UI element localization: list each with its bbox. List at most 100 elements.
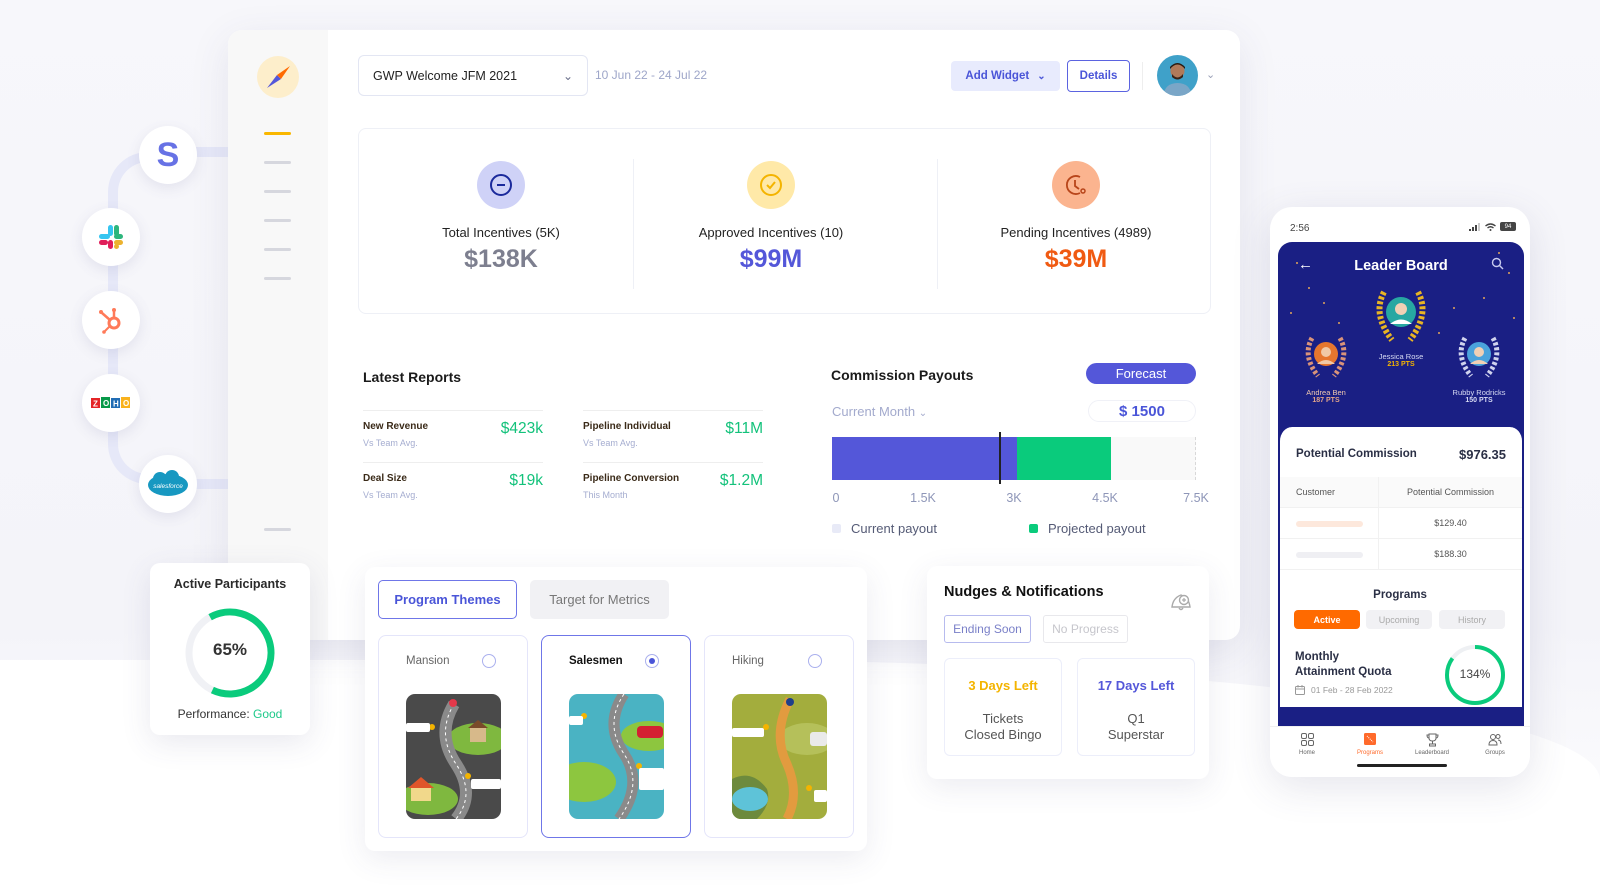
user-avatar[interactable] — [1157, 55, 1198, 96]
sidebar-item-1[interactable] — [264, 132, 291, 135]
hubspot-integration[interactable] — [82, 291, 140, 349]
sidebar-item-4[interactable] — [264, 219, 291, 222]
leaderboard-rank-1[interactable]: Jessica Rose 213 PTS — [1368, 284, 1434, 368]
nudge-item[interactable]: 17 Days Left Q1 Superstar — [1077, 658, 1195, 756]
stat-label: Pending Incentives (4989) — [1000, 225, 1152, 240]
tab-programs[interactable]: Programs — [1340, 733, 1400, 756]
nudge-description: Tickets Closed Bingo — [945, 711, 1061, 743]
nudges-title: Nudges & Notifications — [944, 584, 1104, 600]
report-value: $423k — [500, 420, 543, 437]
forecast-button[interactable]: Forecast — [1086, 363, 1196, 384]
theme-option-hiking[interactable]: Hiking — [704, 635, 854, 838]
salesforce-icon: salesforce — [148, 470, 188, 496]
report-name: Pipeline Individual — [583, 421, 671, 432]
nudge-item[interactable]: 3 Days Left Tickets Closed Bingo — [944, 658, 1062, 756]
sidebar-item-3[interactable] — [264, 190, 291, 193]
payout-bar-segment-current-payout — [832, 437, 1018, 480]
tab-leaderboard[interactable]: Leaderboard — [1402, 733, 1462, 756]
tab-program-themes[interactable]: Program Themes — [378, 580, 517, 619]
participants-percent: 65% — [212, 640, 248, 659]
leaderboard-title: Leader Board — [1354, 258, 1448, 274]
performance-status: Performance: Good — [150, 707, 310, 721]
report-item[interactable]: New Revenue Vs Team Avg. $423k — [363, 410, 543, 462]
report-item[interactable]: Pipeline Conversion This Month $1.2M — [583, 462, 763, 514]
search-icon[interactable] — [1491, 257, 1504, 270]
nudge-desc-line: Closed Bingo — [964, 727, 1042, 742]
report-subtitle: Vs Team Avg. — [363, 490, 418, 500]
program-select[interactable]: GWP Welcome JFM 2021 ⌄ — [358, 55, 588, 96]
svg-text:salesforce: salesforce — [153, 483, 183, 490]
table-row[interactable]: $188.30 — [1280, 539, 1522, 570]
programs-icon — [1364, 733, 1376, 745]
stat-label: Total Incentives (5K) — [442, 225, 560, 240]
account-menu-chevron-icon[interactable]: ⌄ — [1206, 68, 1215, 81]
winner-points: 150 PTS — [1465, 397, 1493, 404]
latest-reports-title: Latest Reports — [363, 369, 462, 385]
theme-radio-selected[interactable] — [645, 654, 659, 668]
table-row[interactable]: $129.40 — [1280, 508, 1522, 539]
filter-ending-soon[interactable]: Ending Soon — [944, 615, 1031, 643]
theme-radio[interactable] — [482, 654, 496, 668]
decorative-star — [1323, 302, 1325, 304]
tab-groups[interactable]: Groups — [1465, 733, 1525, 756]
slack-icon — [99, 225, 123, 249]
program-tab-active[interactable]: Active — [1294, 610, 1360, 629]
sidebar-item-2[interactable] — [264, 161, 291, 164]
header-divider — [1142, 62, 1143, 90]
stripe-icon: S — [156, 135, 180, 174]
report-item[interactable]: Pipeline Individual Vs Team Avg. $11M — [583, 410, 763, 462]
report-subtitle: Vs Team Avg. — [363, 438, 418, 448]
theme-option-mansion[interactable]: Mansion — [378, 635, 528, 838]
quota-program-name[interactable]: Monthly Attainment Quota — [1295, 650, 1391, 680]
tab-label: Programs — [1356, 750, 1383, 756]
stat-approved-incentives: Approved Incentives (10) $99M — [629, 129, 913, 313]
nudge-desc-line: Tickets — [982, 711, 1024, 726]
tab-home[interactable]: Home — [1277, 733, 1337, 756]
winner-points: 187 PTS — [1312, 397, 1340, 404]
zoho-icon: Z O H O — [91, 397, 130, 409]
add-notification-bell-icon[interactable] — [1169, 590, 1193, 612]
leaderboard-rank-2[interactable]: Andrea Ben 187 PTS — [1296, 330, 1356, 404]
theme-option-salesmen[interactable]: Salesmen — [541, 635, 691, 838]
period-dropdown[interactable]: Current Month ⌄ — [832, 404, 927, 419]
stripe-integration[interactable]: S — [139, 126, 197, 184]
program-tab-history[interactable]: History — [1439, 610, 1505, 629]
theme-name: Hiking — [732, 655, 764, 667]
filter-no-progress[interactable]: No Progress — [1043, 615, 1128, 643]
column-header: Customer — [1296, 487, 1336, 497]
report-item[interactable]: Deal Size Vs Team Avg. $19k — [363, 462, 543, 514]
signal-icon — [1469, 222, 1480, 231]
svg-text:O: O — [123, 399, 129, 408]
report-value: $1.2M — [719, 472, 763, 489]
sidebar-item-5[interactable] — [264, 248, 291, 251]
payout-bar-segment-projected-payout — [1017, 437, 1112, 480]
legend-swatch — [1029, 524, 1038, 533]
period-label: Current Month — [832, 404, 916, 419]
tab-target-for-metrics[interactable]: Target for Metrics — [530, 580, 669, 619]
legend-current-payout: Current payout — [832, 521, 937, 536]
report-name: Pipeline Conversion — [583, 473, 680, 484]
quota-percent: 134% — [1459, 667, 1491, 681]
details-button[interactable]: Details — [1067, 60, 1130, 92]
status-bar-icons: 94 — [1469, 222, 1516, 231]
zoho-integration[interactable]: Z O H O — [82, 374, 140, 432]
svg-text:O: O — [103, 399, 109, 408]
app-logo[interactable] — [257, 56, 299, 98]
status-bar-time: 2:56 — [1290, 223, 1310, 234]
salesforce-integration[interactable]: salesforce — [139, 455, 197, 513]
sidebar-item-bottom[interactable] — [264, 528, 291, 531]
theme-radio[interactable] — [808, 654, 822, 668]
wifi-icon — [1485, 222, 1496, 231]
slack-integration[interactable] — [82, 208, 140, 266]
nudge-days-left: 17 Days Left — [1097, 678, 1175, 693]
performance-label: Performance: — [177, 707, 250, 721]
sidebar-item-6[interactable] — [264, 277, 291, 280]
program-tab-upcoming[interactable]: Upcoming — [1366, 610, 1432, 629]
column-header: Potential Commission — [1406, 487, 1495, 497]
report-value: $19k — [509, 472, 543, 489]
add-widget-button[interactable]: Add Widget ⌄ — [951, 61, 1060, 91]
leaderboard-rank-3[interactable]: Rubby Rodricks 150 PTS — [1442, 330, 1516, 404]
programs-title: Programs — [1373, 589, 1427, 601]
payout-axis-tick: 4.5K — [1092, 491, 1118, 505]
active-participants-card: Active Participants 65% Performance: Goo… — [150, 563, 310, 735]
